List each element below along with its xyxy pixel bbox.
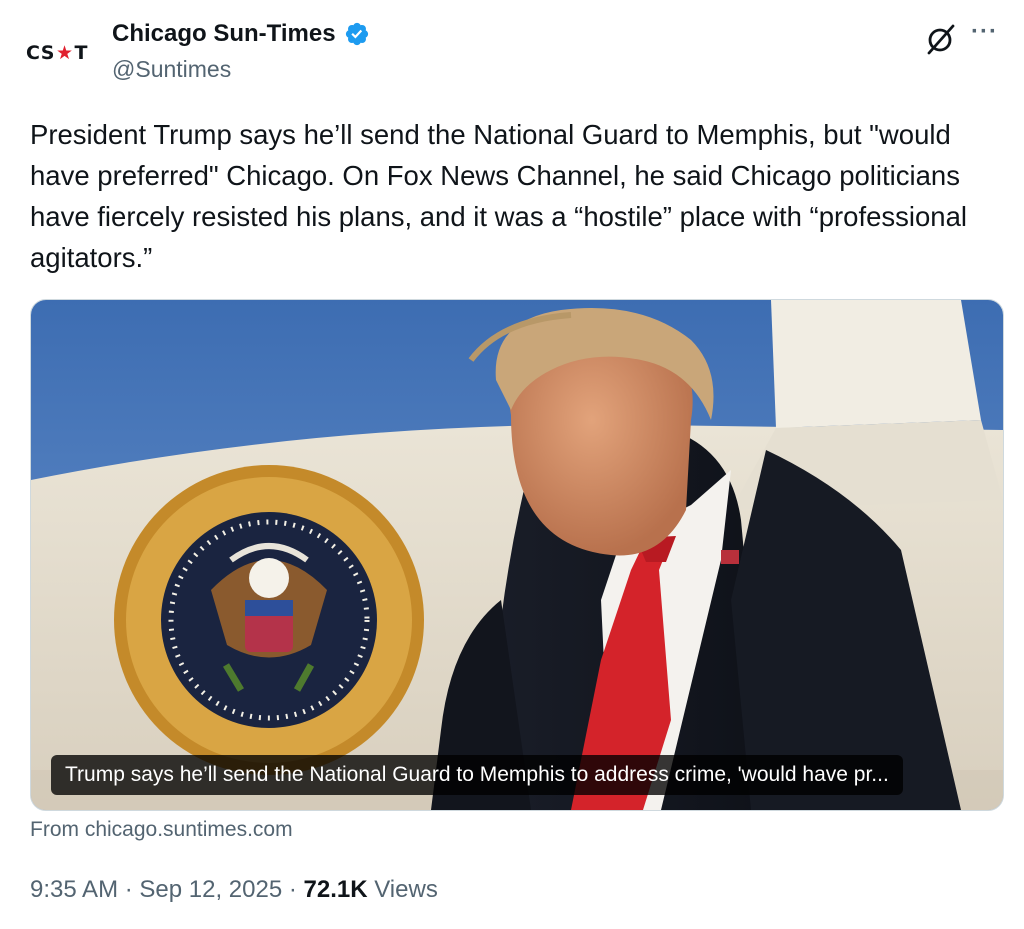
tweet-time[interactable]: 9:35 AM xyxy=(30,876,118,903)
tweet-text: President Trump says he’ll send the Nati… xyxy=(30,119,967,273)
views-label[interactable]: Views xyxy=(368,876,438,903)
tweet-date[interactable]: Sep 12, 2025 xyxy=(139,876,282,903)
verified-badge-icon xyxy=(345,22,368,46)
link-card[interactable]: Trump says he’ll send the National Guard… xyxy=(30,299,1004,811)
card-source[interactable]: From chicago.suntimes.com xyxy=(30,818,293,842)
avatar-text-right: T xyxy=(74,42,88,64)
more-options-icon[interactable]: ··· xyxy=(971,18,998,46)
handle[interactable]: @Suntimes xyxy=(112,56,231,83)
meta-separator: · xyxy=(282,876,304,903)
meta-separator: · xyxy=(118,876,140,903)
views-count[interactable]: 72.1K xyxy=(304,876,368,903)
card-title[interactable]: Trump says he’ll send the National Guard… xyxy=(51,755,903,795)
display-name[interactable]: Chicago Sun-Times xyxy=(112,20,336,48)
avatar-text-left: CS xyxy=(26,42,55,64)
grok-icon[interactable] xyxy=(924,22,958,56)
avatar[interactable]: CS ★ T xyxy=(22,22,92,84)
author-name-row[interactable]: Chicago Sun-Times xyxy=(112,20,370,48)
avatar-star: ★ xyxy=(55,42,74,64)
tweet-meta: 9:35 AM · Sep 12, 2025 · 72.1K Views xyxy=(30,876,438,904)
article-image xyxy=(31,300,1003,810)
